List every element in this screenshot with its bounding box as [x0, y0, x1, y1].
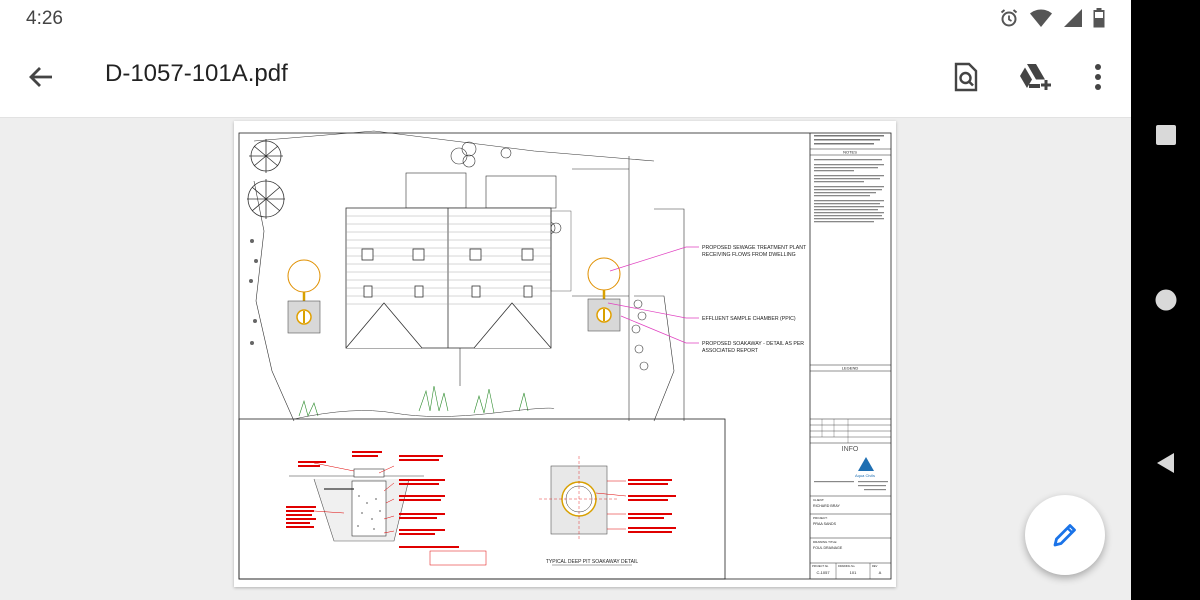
- house-plan: [345, 172, 572, 386]
- rev-value: A: [879, 570, 882, 575]
- find-in-page-button[interactable]: [947, 58, 985, 96]
- soakaway-plan: [539, 456, 676, 541]
- company-logo: [858, 457, 874, 471]
- rev-label: REV: [872, 564, 878, 568]
- drawing-no-label: DRAWING No.: [838, 564, 855, 568]
- title-block: NOTES LEGEND INFO Aqua Civils CLIENT: RI…: [810, 135, 891, 579]
- navigation-bar: [1131, 0, 1200, 600]
- find-in-page-icon: [954, 62, 978, 92]
- drawing-title-value: FOUL DRAINAGE: [813, 546, 843, 550]
- edit-pencil-icon: [1053, 524, 1076, 547]
- client-label: CLIENT:: [813, 498, 824, 502]
- drawing-title-label: DRAWING TITLE:: [813, 540, 837, 544]
- callout-soakaway-line2: ASSOCIATED REPORT: [702, 348, 759, 354]
- home-icon: [1155, 289, 1177, 311]
- document-title: D-1057-101A.pdf: [105, 60, 288, 87]
- company-name: Aqua Civils: [855, 473, 875, 478]
- battery-icon: [1093, 8, 1105, 33]
- wifi-icon: [1029, 8, 1053, 33]
- add-to-drive-button[interactable]: [1016, 58, 1054, 96]
- pdf-viewer[interactable]: PROPOSED SEWAGE TREATMENT PLANT RECEIVIN…: [0, 118, 1131, 600]
- project-no-label: PROJECT No.: [812, 564, 829, 568]
- treatment-plant-left: [287, 259, 321, 334]
- signal-icon: [1063, 8, 1083, 33]
- vegetation: [298, 385, 529, 417]
- back-triangle-icon: [1157, 453, 1174, 473]
- alarm-icon: [999, 8, 1019, 33]
- arrow-back-icon: [29, 67, 52, 87]
- home-button[interactable]: [1149, 283, 1183, 317]
- more-vert-icon: [1095, 64, 1101, 90]
- legend-heading: LEGEND: [842, 366, 859, 371]
- app-bar: D-1057-101A.pdf: [0, 36, 1131, 118]
- client-value: RICHARD BRAY: [813, 504, 840, 508]
- status-bar: 4:26: [0, 0, 1131, 36]
- tree-icon: [247, 139, 285, 219]
- callout-sample-chamber: EFFLUENT SAMPLE CHAMBER (PPIC): [702, 316, 796, 322]
- pdf-page[interactable]: PROPOSED SEWAGE TREATMENT PLANT RECEIVIN…: [234, 121, 896, 587]
- project-label: PROJECT:: [813, 516, 828, 520]
- drawing-no-value: 101: [850, 570, 857, 575]
- callout-treatment-plant-line2: RECEIVING FLOWS FROM DWELLING: [702, 252, 796, 258]
- more-options-button[interactable]: [1079, 58, 1117, 96]
- project-no-value: C-1057: [816, 570, 830, 575]
- callout-soakaway: PROPOSED SOAKAWAY - DETAIL AS PER: [702, 341, 804, 347]
- status-time: 4:26: [26, 8, 63, 29]
- drawing-sheet: PROPOSED SEWAGE TREATMENT PLANT RECEIVIN…: [238, 130, 892, 580]
- edit-fab[interactable]: [1025, 495, 1105, 575]
- project-value: PRAA SANDS: [813, 522, 837, 526]
- info-heading: INFO: [842, 446, 859, 453]
- callout-treatment-plant: PROPOSED SEWAGE TREATMENT PLANT: [702, 245, 807, 251]
- recents-button[interactable]: [1149, 118, 1183, 152]
- treatment-plant-right: [587, 257, 621, 332]
- back-button[interactable]: [24, 60, 58, 94]
- nav-back-button[interactable]: [1149, 446, 1183, 480]
- status-icons: [999, 8, 1105, 33]
- notes-heading: NOTES: [843, 150, 857, 155]
- detail-title: TYPICAL DEEP PIT SOAKAWAY DETAIL: [546, 559, 639, 565]
- recents-icon: [1156, 125, 1176, 145]
- add-to-drive-icon: [1020, 64, 1051, 90]
- soakaway-section: [286, 451, 487, 566]
